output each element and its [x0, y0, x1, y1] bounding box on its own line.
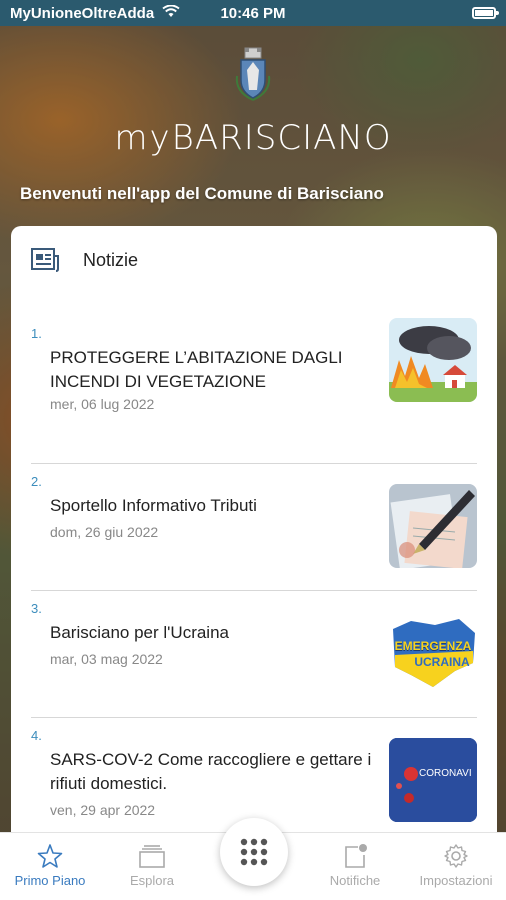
center-menu-button[interactable] [220, 818, 288, 886]
news-number: 4. [31, 728, 42, 743]
news-title: Barisciano per l'Ucraina [50, 623, 229, 642]
brand-name: BARISCIANO [171, 118, 392, 158]
tab-notifiche[interactable]: Notifiche [305, 843, 405, 888]
notification-icon [345, 844, 367, 868]
news-thumbnail-ukraine: EMERGENZA UCRAINA [389, 611, 477, 695]
news-date: ven, 29 apr 2022 [50, 802, 156, 818]
news-number: 2. [31, 474, 42, 489]
tab-label: Notifiche [329, 873, 381, 888]
carrier-label: MyUnioneOltreAdda [10, 4, 155, 22]
tab-label: Esplora [129, 873, 175, 888]
thumbnail-text-corona: CORONAVI [419, 768, 472, 779]
welcome-text: Benvenuti nell'app del Comune di Barisci… [20, 184, 384, 203]
battery-icon [472, 7, 499, 19]
thumbnail-text-emergenza: EMERGENZA [394, 639, 472, 653]
star-icon [37, 844, 63, 868]
news-item[interactable]: 2. Sportello Informativo Tributi dom, 26… [31, 464, 477, 591]
grid-menu-icon [240, 838, 268, 866]
municipal-crest-icon [235, 47, 271, 101]
news-item[interactable]: 1. PROTEGGERE L’ABITAZIONE DAGLI INCENDI… [31, 316, 477, 464]
news-icon [31, 248, 59, 272]
news-date: dom, 26 giu 2022 [50, 524, 159, 540]
news-date: mar, 03 mag 2022 [50, 651, 163, 667]
news-card-header[interactable]: Notizie [11, 226, 497, 294]
gear-icon [444, 844, 468, 868]
tab-label: Primo Piano [14, 873, 86, 888]
news-thumbnail-corona: CORONAVI [389, 738, 477, 822]
news-number: 3. [31, 601, 42, 616]
news-title: PROTEGGERE L’ABITAZIONE DAGLI INCENDI DI… [50, 348, 343, 391]
news-item[interactable]: 3. Barisciano per l'Ucraina mar, 03 mag … [31, 591, 477, 718]
news-thumbnail-fire [389, 318, 477, 402]
news-title: SARS-COV-2 Come raccogliere e gettare i … [50, 750, 372, 793]
wifi-icon [162, 4, 180, 21]
news-title: Sportello Informativo Tributi [50, 496, 257, 515]
brand-prefix: MY [114, 118, 172, 158]
app-brand: MYBARISCIANO [0, 118, 506, 158]
thumbnail-text-ucraina: UCRAINA [414, 655, 470, 669]
news-date: mer, 06 lug 2022 [50, 396, 155, 412]
news-card: Notizie 1. PROTEGGERE L’ABITAZIONE DAGLI… [11, 226, 497, 846]
tab-primo-piano[interactable]: Primo Piano [0, 843, 100, 888]
tab-esplora[interactable]: Esplora [102, 843, 202, 888]
news-number: 1. [31, 326, 42, 341]
tab-impostazioni[interactable]: Impostazioni [406, 843, 506, 888]
news-card-title: Notizie [83, 249, 139, 270]
news-thumbnail-pen [389, 484, 477, 568]
status-bar: MyUnioneOltreAdda 10:46 PM [0, 0, 506, 26]
folder-icon [139, 845, 165, 868]
tab-label: Impostazioni [419, 873, 493, 888]
news-list: 1. PROTEGGERE L’ABITAZIONE DAGLI INCENDI… [11, 316, 497, 845]
